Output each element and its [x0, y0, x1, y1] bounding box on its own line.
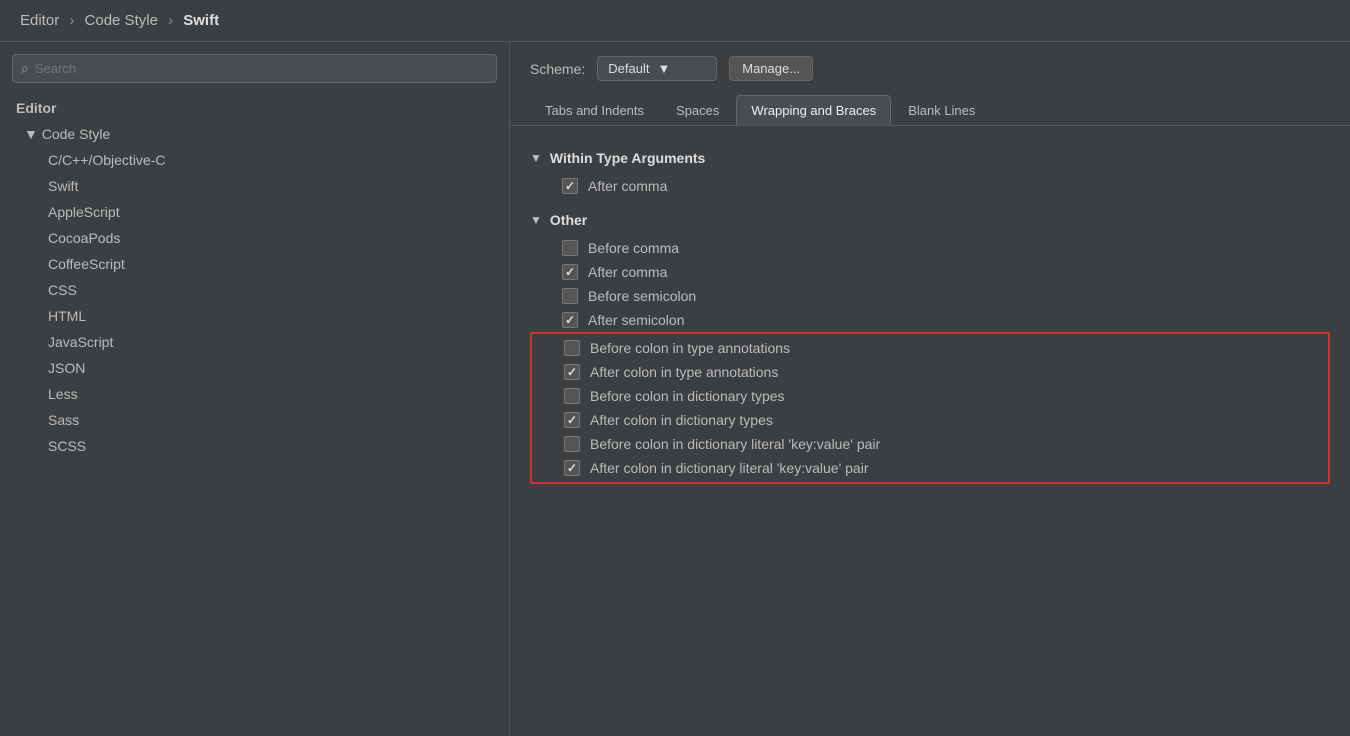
row-after-comma-1: After comma	[530, 174, 1330, 198]
sidebar-item-cocoapods[interactable]: CocoaPods	[0, 225, 509, 251]
sidebar-item-applescript[interactable]: AppleScript	[0, 199, 509, 225]
sidebar: ⌕ Editor ▼ Code Style C/C++/Objective-C …	[0, 42, 510, 736]
breadcrumb: Editor › Code Style › Swift	[20, 12, 219, 29]
section-within-type-args: ▼ Within Type Arguments	[530, 150, 1330, 166]
row-before-semicolon: Before semicolon	[530, 284, 1330, 308]
row-after-semicolon: After semicolon	[530, 308, 1330, 332]
label-before-colon-literal: Before colon in dictionary literal 'key:…	[590, 436, 880, 452]
manage-button[interactable]: Manage...	[729, 56, 813, 81]
sidebar-item-codestyle[interactable]: ▼ Code Style	[0, 121, 509, 147]
row-before-colon-dict: Before colon in dictionary types	[532, 384, 1328, 408]
sidebar-item-cpp[interactable]: C/C++/Objective-C	[0, 147, 509, 173]
tab-blank-lines[interactable]: Blank Lines	[893, 95, 990, 125]
search-icon: ⌕	[21, 60, 29, 77]
sidebar-item-javascript[interactable]: JavaScript	[0, 329, 509, 355]
checkbox-before-colon-type[interactable]	[564, 340, 580, 356]
content-area: Scheme: Default ▼ Manage... Tabs and Ind…	[510, 42, 1350, 736]
tab-spaces[interactable]: Spaces	[661, 95, 734, 125]
section-other: ▼ Other	[530, 212, 1330, 228]
label-after-comma-2: After comma	[588, 264, 667, 280]
sidebar-item-css[interactable]: CSS	[0, 277, 509, 303]
breadcrumb-codestyle: Code Style	[85, 12, 158, 29]
label-before-colon-type: Before colon in type annotations	[590, 340, 790, 356]
checkbox-after-semicolon[interactable]	[562, 312, 578, 328]
tab-tabs-indents[interactable]: Tabs and Indents	[530, 95, 659, 125]
scheme-label: Scheme:	[530, 61, 585, 77]
search-input[interactable]	[35, 61, 488, 76]
checkbox-after-colon-literal[interactable]	[564, 460, 580, 476]
row-before-comma: Before comma	[530, 236, 1330, 260]
label-after-colon-literal: After colon in dictionary literal 'key:v…	[590, 460, 868, 476]
sidebar-item-html[interactable]: HTML	[0, 303, 509, 329]
label-before-comma: Before comma	[588, 240, 679, 256]
row-before-colon-literal: Before colon in dictionary literal 'key:…	[532, 432, 1328, 456]
checkbox-after-colon-dict[interactable]	[564, 412, 580, 428]
breadcrumb-editor: Editor	[20, 12, 59, 29]
scheme-dropdown[interactable]: Default ▼	[597, 56, 717, 81]
row-after-comma-2: After comma	[530, 260, 1330, 284]
row-after-colon-dict: After colon in dictionary types	[532, 408, 1328, 432]
sidebar-section-editor: Editor	[0, 95, 509, 121]
scheme-value: Default	[608, 61, 649, 76]
label-after-comma-1: After comma	[588, 178, 667, 194]
main-layout: ⌕ Editor ▼ Code Style C/C++/Objective-C …	[0, 42, 1350, 736]
checkbox-before-comma[interactable]	[562, 240, 578, 256]
tab-wrapping[interactable]: Wrapping and Braces	[736, 95, 891, 125]
checkbox-after-comma-2[interactable]	[562, 264, 578, 280]
row-after-colon-literal: After colon in dictionary literal 'key:v…	[532, 456, 1328, 480]
sidebar-item-swift[interactable]: Swift	[0, 173, 509, 199]
label-before-semicolon: Before semicolon	[588, 288, 696, 304]
label-after-colon-dict: After colon in dictionary types	[590, 412, 773, 428]
section-other-title: Other	[550, 212, 587, 228]
section-other-triangle-icon: ▼	[530, 213, 542, 227]
highlighted-group: Before colon in type annotations After c…	[530, 332, 1330, 484]
sidebar-item-coffeescript[interactable]: CoffeeScript	[0, 251, 509, 277]
label-after-colon-type: After colon in type annotations	[590, 364, 778, 380]
scheme-row: Scheme: Default ▼ Manage...	[510, 42, 1350, 95]
sidebar-item-json[interactable]: JSON	[0, 355, 509, 381]
tabs-bar: Tabs and Indents Spaces Wrapping and Bra…	[510, 95, 1350, 126]
sidebar-item-scss[interactable]: SCSS	[0, 433, 509, 459]
checkbox-before-colon-literal[interactable]	[564, 436, 580, 452]
settings-content: ▼ Within Type Arguments After comma ▼ Ot…	[510, 126, 1350, 500]
header: Editor › Code Style › Swift	[0, 0, 1350, 42]
checkbox-before-semicolon[interactable]	[562, 288, 578, 304]
dropdown-arrow-icon: ▼	[657, 61, 670, 76]
section-triangle-icon: ▼	[530, 151, 542, 165]
checkbox-after-comma-1[interactable]	[562, 178, 578, 194]
row-after-colon-type: After colon in type annotations	[532, 360, 1328, 384]
row-before-colon-type: Before colon in type annotations	[532, 336, 1328, 360]
sidebar-item-sass[interactable]: Sass	[0, 407, 509, 433]
label-after-semicolon: After semicolon	[588, 312, 684, 328]
breadcrumb-swift: Swift	[183, 12, 219, 29]
section-within-type-args-title: Within Type Arguments	[550, 150, 705, 166]
triangle-icon: ▼	[24, 126, 38, 142]
label-before-colon-dict: Before colon in dictionary types	[590, 388, 785, 404]
search-bar[interactable]: ⌕	[12, 54, 497, 83]
checkbox-after-colon-type[interactable]	[564, 364, 580, 380]
checkbox-before-colon-dict[interactable]	[564, 388, 580, 404]
sidebar-item-less[interactable]: Less	[0, 381, 509, 407]
